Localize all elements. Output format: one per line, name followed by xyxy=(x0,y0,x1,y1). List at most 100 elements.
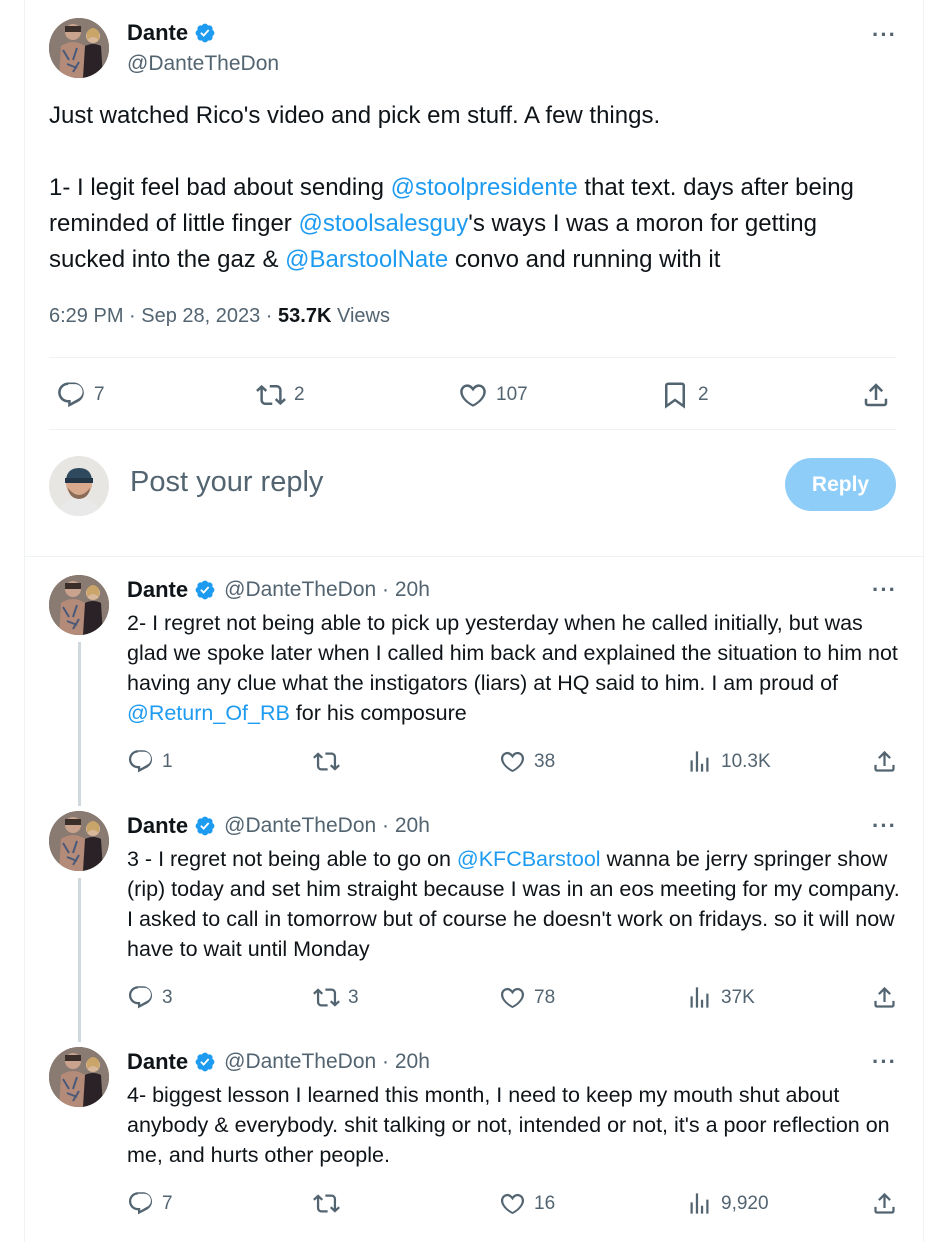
reply-handle-time[interactable]: @DanteTheDon · 20h xyxy=(224,1050,430,1074)
repost-icon xyxy=(313,752,340,771)
current-user-avatar[interactable] xyxy=(49,456,109,516)
bookmark-action[interactable]: 2 xyxy=(660,380,709,410)
like-icon xyxy=(500,751,525,773)
author-name-row[interactable]: Dante xyxy=(127,20,216,46)
reply-action[interactable]: 7 xyxy=(56,380,105,410)
reply-text-segment: for his composure xyxy=(289,701,467,725)
mention-link[interactable]: @KFCBarstool xyxy=(457,847,601,871)
repost-action[interactable]: 2 xyxy=(256,380,305,410)
share-action[interactable] xyxy=(871,748,906,775)
mention-link[interactable]: @BarstoolNate xyxy=(285,246,448,273)
more-icon[interactable]: ··· xyxy=(872,24,897,46)
divider xyxy=(49,357,896,358)
author-avatar[interactable] xyxy=(49,18,109,78)
reply-action[interactable]: 3 xyxy=(127,984,173,1011)
repost-action[interactable]: 3 xyxy=(313,984,359,1011)
mention-link[interactable]: @Return_Of_RB xyxy=(127,701,290,725)
reply-input[interactable]: Post your reply xyxy=(130,466,323,499)
like-count: 38 xyxy=(534,750,556,772)
like-count: 107 xyxy=(496,384,528,405)
share-icon xyxy=(874,1192,895,1214)
reply-icon xyxy=(128,986,153,1009)
share-icon xyxy=(864,383,888,407)
thread-connector xyxy=(78,642,81,806)
like-count: 16 xyxy=(534,1192,556,1214)
tweet-text: Just watched Rico's video and pick em st… xyxy=(49,98,899,278)
more-icon[interactable]: ··· xyxy=(872,1051,897,1073)
mention-link[interactable]: @stoolsalesguy xyxy=(298,210,468,237)
reply-text-segment: 4- biggest lesson I learned this month, … xyxy=(127,1083,890,1167)
reply-icon xyxy=(58,382,84,408)
like-action[interactable]: 107 xyxy=(458,380,528,410)
divider xyxy=(49,429,896,430)
divider xyxy=(25,556,923,557)
more-icon[interactable]: ··· xyxy=(872,579,897,601)
verified-badge-icon xyxy=(195,580,215,600)
repost-icon xyxy=(256,384,286,406)
bookmark-icon xyxy=(665,382,685,409)
reply-avatar[interactable] xyxy=(49,1047,109,1107)
share-icon xyxy=(874,986,895,1008)
reply-text-segment: 2- I regret not being able to pick up ye… xyxy=(127,611,898,695)
reply-button[interactable]: Reply xyxy=(785,458,896,511)
reply-author-name[interactable]: Dante xyxy=(127,577,188,603)
share-action[interactable] xyxy=(871,1190,906,1217)
reply-action[interactable]: 1 xyxy=(127,748,173,775)
reply-author-name[interactable]: Dante xyxy=(127,1049,188,1075)
more-icon[interactable]: ··· xyxy=(872,815,897,837)
views-action[interactable]: 10.3K xyxy=(686,748,771,775)
like-action[interactable]: 78 xyxy=(499,984,555,1011)
tweet-line-1: Just watched Rico's video and pick em st… xyxy=(49,102,661,129)
reply-count: 3 xyxy=(162,986,173,1008)
reply-text: 2- I regret not being able to pick up ye… xyxy=(127,608,902,728)
share-action[interactable] xyxy=(861,380,899,410)
author-handle[interactable]: @DanteTheDon xyxy=(127,52,279,76)
reply-action[interactable]: 7 xyxy=(127,1190,173,1217)
repost-icon xyxy=(313,988,340,1007)
reply-count: 7 xyxy=(162,1192,173,1214)
share-icon xyxy=(874,750,895,772)
views-icon xyxy=(690,751,709,772)
views-count: 37K xyxy=(721,986,755,1008)
like-action[interactable]: 38 xyxy=(499,748,555,775)
repost-action[interactable] xyxy=(313,748,348,775)
views-icon xyxy=(690,1193,709,1214)
views-icon xyxy=(690,987,709,1008)
reply-header: Dante @DanteTheDon · 20h xyxy=(127,1049,430,1075)
views-action[interactable]: 37K xyxy=(686,984,755,1011)
reply-handle-time[interactable]: @DanteTheDon · 20h xyxy=(224,578,430,602)
repost-action[interactable] xyxy=(313,1190,348,1217)
repost-count: 3 xyxy=(348,986,359,1008)
verified-badge-icon xyxy=(195,23,215,43)
tweet-text-segment: 1- I legit feel bad about sending xyxy=(49,174,391,201)
reply-count: 1 xyxy=(162,750,173,772)
views-label: Views xyxy=(331,305,390,327)
mention-link[interactable]: @stoolpresidente xyxy=(391,174,578,201)
like-count: 78 xyxy=(534,986,556,1008)
like-action[interactable]: 16 xyxy=(499,1190,555,1217)
like-icon xyxy=(500,1193,525,1215)
reply-count: 7 xyxy=(94,384,105,405)
reply-avatar[interactable] xyxy=(49,811,109,871)
reply-avatar[interactable] xyxy=(49,575,109,635)
views-count: 53.7K xyxy=(278,305,332,327)
tweet-timestamp[interactable]: 6:29 PM · Sep 28, 2023 · xyxy=(49,305,278,327)
views-action[interactable]: 9,920 xyxy=(686,1190,769,1217)
tweet-paragraph-2: 1- I legit feel bad about sending @stool… xyxy=(49,170,899,278)
repost-count: 2 xyxy=(294,384,305,405)
share-action[interactable] xyxy=(871,984,906,1011)
reply-header: Dante @DanteTheDon · 20h xyxy=(127,577,430,603)
tweet-meta: 6:29 PM · Sep 28, 2023 · 53.7K Views xyxy=(49,305,390,328)
reply-header: Dante @DanteTheDon · 20h xyxy=(127,813,430,839)
reply-handle-time[interactable]: @DanteTheDon · 20h xyxy=(224,814,430,838)
like-icon xyxy=(460,384,486,407)
author-name[interactable]: Dante xyxy=(127,20,188,46)
views-count: 10.3K xyxy=(721,750,771,772)
reply-author-name[interactable]: Dante xyxy=(127,813,188,839)
reply-icon xyxy=(128,1192,153,1215)
repost-icon xyxy=(313,1194,340,1213)
reply-text: 4- biggest lesson I learned this month, … xyxy=(127,1080,902,1170)
thread-connector xyxy=(78,878,81,1042)
reply-icon xyxy=(128,750,153,773)
bookmark-count: 2 xyxy=(698,384,709,405)
